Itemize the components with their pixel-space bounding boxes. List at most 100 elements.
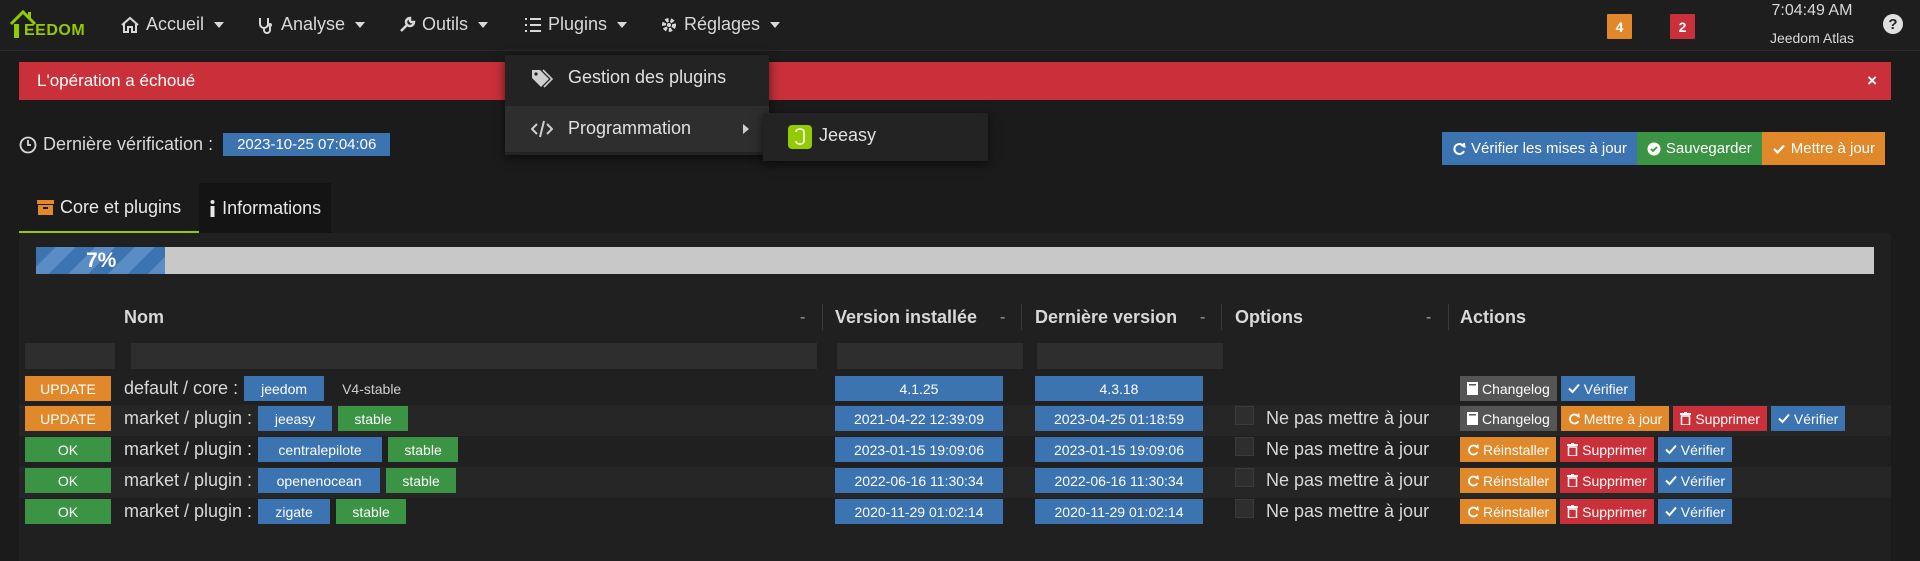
action-label: Supprimer (1582, 472, 1647, 489)
action-label: Supprimer (1582, 503, 1647, 520)
error-alert: L'opération a échoué × (19, 62, 1891, 100)
info-icon (210, 199, 215, 217)
verify-button[interactable]: Vérifier (1657, 499, 1733, 524)
nav-reglages[interactable]: Réglages (660, 14, 781, 35)
plugin-source: market / plugin : (124, 470, 253, 490)
sort-installed-version[interactable]: - (1000, 309, 1005, 327)
alert-count-badge[interactable]: 2 (1670, 14, 1695, 39)
header-latest-version[interactable]: Dernière version (1035, 307, 1177, 328)
no-update-checkbox[interactable] (1235, 406, 1254, 425)
save-label: Sauvegarder (1665, 140, 1752, 157)
action-label: Réinstaller (1483, 503, 1550, 520)
progress-label: 7% (86, 249, 117, 272)
action-label: Supprimer (1695, 410, 1760, 427)
home-icon (121, 16, 139, 33)
reinstall-button[interactable]: Réinstaller (1460, 468, 1557, 493)
delete-button[interactable]: Supprimer (1560, 468, 1654, 493)
status-badge: OK (25, 499, 111, 524)
check-updates-label: Vérifier les mises à jour (1471, 140, 1627, 157)
header-name[interactable]: Nom (124, 307, 164, 328)
submenu-item-jeeasy-label: Jeeasy (819, 125, 877, 145)
close-icon[interactable]: × (1867, 71, 1877, 91)
tab-core-plugins[interactable]: Core et plugins (19, 183, 200, 233)
check-updates-button[interactable]: Vérifier les mises à jour (1442, 132, 1637, 165)
check-icon (1665, 506, 1677, 517)
delete-button[interactable]: Supprimer (1560, 437, 1654, 462)
header-options[interactable]: Options (1235, 307, 1303, 328)
installed-version: 2020-11-29 01:02:14 (835, 499, 1003, 524)
column-separator (822, 304, 823, 330)
menu-item-programmation[interactable]: Programmation (505, 106, 769, 152)
last-check: Dernière vérification : 2023-10-25 07:04… (19, 133, 391, 156)
trash-icon (1567, 474, 1579, 487)
logo-text: EEDOM (24, 22, 86, 39)
plugin-name-cell: default / core : jeedom V4-stable (124, 375, 401, 402)
progress-bar: 7% (36, 247, 1874, 274)
update-all-button[interactable]: Mettre à jour (1761, 132, 1885, 165)
reinstall-button[interactable]: Réinstaller (1460, 499, 1557, 524)
column-separator (1021, 304, 1022, 330)
latest-version: 4.3.18 (1035, 376, 1203, 401)
changelog-button[interactable]: Changelog (1460, 406, 1557, 431)
stethoscope-icon (259, 17, 272, 34)
changelog-button[interactable]: Changelog (1460, 376, 1557, 401)
jeedom-logo[interactable]: EEDOM (8, 8, 98, 44)
plugin-id-label: zigate (258, 499, 331, 524)
verify-button[interactable]: Vérifier (1770, 406, 1846, 431)
nav-accueil-label: Accueil (146, 14, 205, 34)
no-update-checkbox[interactable] (1235, 437, 1254, 456)
nav-plugins[interactable]: Plugins (524, 14, 628, 35)
no-update-checkbox[interactable] (1235, 468, 1254, 487)
verify-button[interactable]: Vérifier (1657, 437, 1733, 462)
action-label: Changelog (1482, 410, 1550, 427)
branch-label: stable (388, 437, 459, 462)
delete-button[interactable]: Supprimer (1673, 406, 1767, 431)
row-actions: Réinstaller Supprimer Vérifier (1460, 499, 1733, 524)
warning-count-badge[interactable]: 4 (1607, 14, 1632, 39)
plugin-name-cell: market / plugin : zigate stable (124, 498, 407, 525)
menu-item-gestion-plugins[interactable]: Gestion des plugins (505, 55, 769, 101)
sort-latest-version[interactable]: - (1200, 309, 1205, 327)
sort-options[interactable]: - (1426, 309, 1431, 327)
action-label: Vérifier (1583, 380, 1629, 397)
programmation-submenu: Jeeasy (763, 113, 988, 161)
verify-button[interactable]: Vérifier (1560, 376, 1636, 401)
filter-name-input[interactable] (131, 343, 817, 369)
help-icon[interactable]: ? (1883, 14, 1903, 34)
no-update-checkbox[interactable] (1235, 499, 1254, 518)
action-label: Réinstaller (1483, 441, 1550, 458)
sort-name[interactable]: - (800, 309, 805, 327)
reinstall-button[interactable]: Réinstaller (1460, 437, 1557, 462)
nav-analyse[interactable]: Analyse (257, 14, 366, 35)
save-button[interactable]: Sauvegarder (1636, 132, 1762, 165)
row-actions: Réinstaller Supprimer Vérifier (1460, 468, 1733, 493)
nav-accueil[interactable]: Accueil (120, 14, 225, 35)
chevron-down-icon (617, 21, 628, 28)
plugin-id-label: openenocean (258, 468, 381, 493)
no-update-label: Ne pas mettre à jour (1266, 501, 1430, 521)
no-update-label: Ne pas mettre à jour (1266, 408, 1430, 428)
nav-reglages-label: Réglages (684, 14, 761, 34)
refresh-icon (1468, 443, 1479, 455)
trash-icon (1567, 505, 1579, 518)
filter-latest-input[interactable] (1037, 343, 1223, 369)
status-badge: OK (25, 468, 111, 493)
action-label: Vérifier (1680, 503, 1726, 520)
branch-label: stable (338, 406, 409, 431)
tab-informations[interactable]: Informations (199, 183, 332, 233)
delete-button[interactable]: Supprimer (1560, 499, 1654, 524)
latest-version: 2023-04-25 01:18:59 (1035, 406, 1203, 431)
verify-button[interactable]: Vérifier (1657, 468, 1733, 493)
branch-label: stable (336, 499, 407, 524)
plugin-source: market / plugin : (124, 408, 253, 428)
book-icon (1467, 412, 1478, 425)
row-actions: Changelog Vérifier (1460, 376, 1636, 401)
refresh-icon (1468, 474, 1479, 486)
top-navbar: EEDOM Accueil Analyse Outils Plugins Rég… (0, 0, 1920, 51)
nav-outils-label: Outils (422, 14, 469, 34)
filter-installed-input[interactable] (837, 343, 1023, 369)
filter-status-input[interactable] (25, 343, 115, 369)
header-installed-version[interactable]: Version installée (835, 307, 977, 328)
nav-outils[interactable]: Outils (398, 14, 489, 35)
update-button[interactable]: Mettre à jour (1560, 406, 1670, 431)
